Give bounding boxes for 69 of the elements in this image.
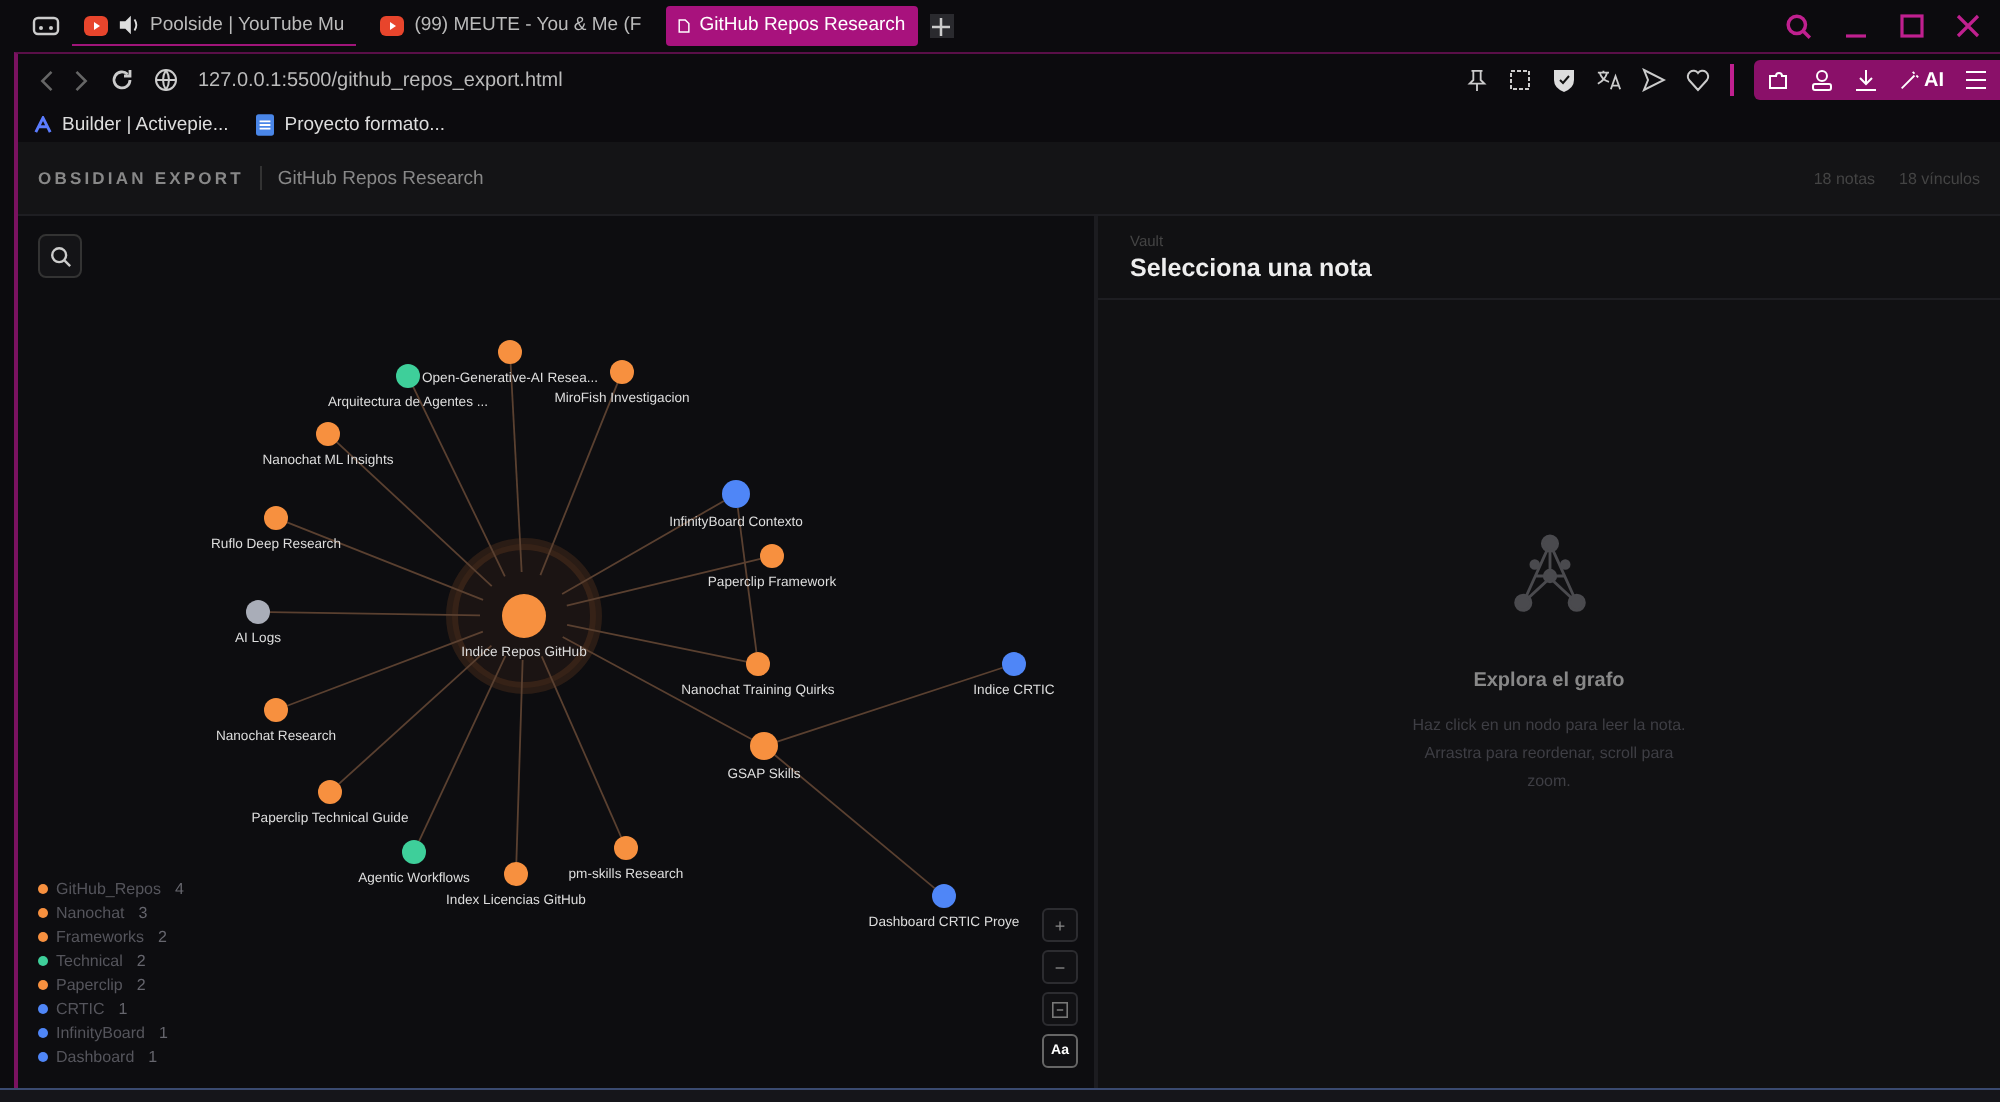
app-brand: OBSIDIAN EXPORT [38, 168, 244, 188]
graph-node[interactable] [750, 732, 778, 760]
legend-count: 2 [136, 974, 146, 996]
address-field[interactable]: 127.0.0.1:5500/github_repos_export.html [198, 69, 563, 91]
graph-node[interactable] [498, 340, 522, 364]
graph-node[interactable] [1002, 652, 1026, 676]
legend-count: 1 [158, 1022, 168, 1044]
note-title: Selecciona una nota [1130, 254, 1374, 282]
globe-icon [154, 68, 178, 92]
graph-node[interactable] [614, 836, 638, 860]
legend-count: 1 [148, 1046, 158, 1068]
empty-state-title: Explora el grafo [1473, 669, 1625, 691]
graph-node[interactable] [504, 862, 528, 886]
browser-tab[interactable]: GitHub Repos Research [665, 6, 918, 46]
graph-node[interactable] [264, 506, 288, 530]
graph-node[interactable] [722, 480, 750, 508]
send-icon[interactable] [1642, 68, 1666, 92]
speaker-icon[interactable] [118, 14, 140, 36]
shield-icon[interactable] [1552, 68, 1576, 92]
download-icon[interactable] [1854, 68, 1878, 92]
play-icon [380, 13, 405, 37]
bookmark[interactable]: Proyecto formato... [256, 113, 446, 135]
bookmark[interactable]: Builder | Activepie... [34, 113, 229, 135]
vault-title: GitHub Repos Research [277, 167, 484, 189]
browser-tab[interactable]: (99) MEUTE - You & Me (F [368, 6, 654, 46]
graph-node[interactable] [502, 594, 546, 638]
graph-node[interactable] [610, 360, 634, 384]
maximize-icon[interactable] [1900, 14, 1924, 38]
page-icon [677, 13, 690, 37]
document-icon [256, 113, 275, 135]
fit-view-button[interactable] [1042, 992, 1078, 1026]
graph-node[interactable] [318, 780, 342, 804]
pin-icon[interactable] [1466, 68, 1488, 92]
play-icon [84, 13, 108, 37]
graph-node[interactable] [264, 698, 288, 722]
game-icon[interactable] [32, 16, 60, 36]
zoom-out-button[interactable]: − [1042, 950, 1078, 984]
heart-icon[interactable] [1686, 68, 1710, 92]
close-icon[interactable] [1956, 14, 1980, 38]
menu-icon[interactable] [1964, 68, 1988, 92]
graph-node[interactable] [746, 652, 770, 676]
browser-tab[interactable]: Poolside | YouTube Mu [72, 6, 357, 46]
legend-count: 2 [136, 950, 146, 972]
search-icon [49, 245, 71, 267]
graph-node[interactable] [760, 544, 784, 568]
legend-count: 3 [138, 902, 148, 924]
frame-icon [1052, 1001, 1068, 1017]
forward-icon[interactable] [74, 69, 90, 91]
profile-icon[interactable] [1810, 68, 1834, 92]
puzzle-icon[interactable] [1766, 68, 1790, 92]
new-tab-button[interactable] [929, 14, 954, 38]
reload-icon[interactable] [110, 68, 134, 92]
search-icon[interactable] [1786, 13, 1812, 39]
graph-node[interactable] [246, 600, 270, 624]
legend-count: 4 [174, 878, 184, 900]
crop-icon[interactable] [1508, 68, 1532, 92]
letter-a-icon [34, 115, 52, 133]
graph-node[interactable] [932, 884, 956, 908]
graph-node[interactable] [316, 422, 340, 446]
graph-node[interactable] [396, 364, 420, 388]
translate-icon[interactable] [1596, 68, 1622, 92]
zoom-in-button[interactable]: + [1042, 908, 1078, 942]
graph-node[interactable] [402, 840, 426, 864]
wand-icon [1898, 69, 1920, 91]
legend-count: 2 [158, 926, 167, 948]
ai-button[interactable]: AI [1898, 69, 1944, 91]
back-icon[interactable] [38, 69, 54, 91]
legend-count: 1 [118, 998, 128, 1020]
search-button[interactable] [38, 234, 82, 278]
